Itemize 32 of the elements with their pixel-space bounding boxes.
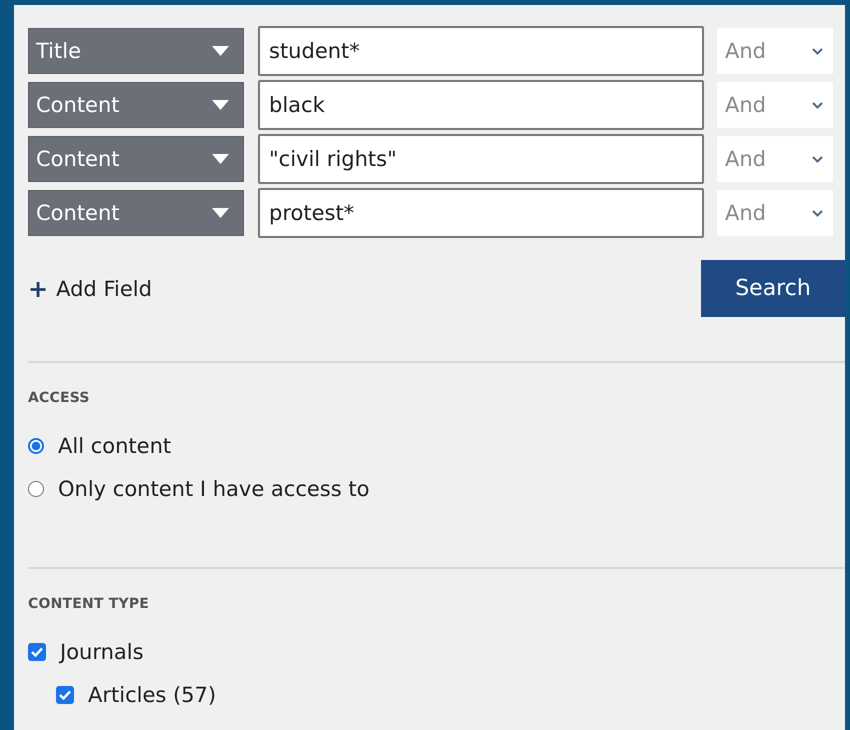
caret-icon: [212, 208, 229, 218]
add-field-link[interactable]: + Add Field: [28, 274, 152, 302]
chevron-icon: [812, 156, 823, 162]
field-dropdown[interactable]: Content: [28, 190, 244, 236]
operator-dropdown[interactable]: And: [717, 190, 833, 236]
checkbox[interactable]: [56, 686, 74, 704]
section-heading: ACCESS: [28, 390, 91, 406]
caret-icon: [212, 154, 229, 164]
operator-dropdown[interactable]: And: [717, 82, 833, 128]
operator-dropdown[interactable]: And: [717, 28, 833, 74]
section-heading: CONTENT TYPE: [28, 596, 150, 612]
radio-button[interactable]: [28, 481, 44, 497]
field-dropdown[interactable]: Content: [28, 136, 244, 182]
option-label: Articles (57): [88, 683, 216, 707]
search-button[interactable]: Search: [701, 260, 845, 317]
field-dropdown[interactable]: Content: [28, 82, 244, 128]
option-label: Journals: [60, 640, 144, 664]
option-label: All content: [58, 434, 172, 458]
caret-icon: [212, 46, 229, 56]
chevron-icon: [812, 102, 823, 108]
checkbox[interactable]: [28, 643, 46, 661]
chevron-icon: [812, 48, 823, 54]
search-term-input[interactable]: protest*: [258, 188, 704, 238]
search-term-input[interactable]: student*: [258, 26, 704, 76]
radio-button[interactable]: [28, 438, 44, 454]
chevron-icon: [812, 210, 823, 216]
caret-icon: [212, 100, 229, 110]
search-term-input[interactable]: "civil rights": [258, 134, 704, 184]
option-label: Only content I have access to: [58, 477, 370, 501]
search-term-input[interactable]: black: [258, 80, 704, 130]
field-dropdown[interactable]: Title: [28, 28, 244, 74]
operator-dropdown[interactable]: And: [717, 136, 833, 182]
